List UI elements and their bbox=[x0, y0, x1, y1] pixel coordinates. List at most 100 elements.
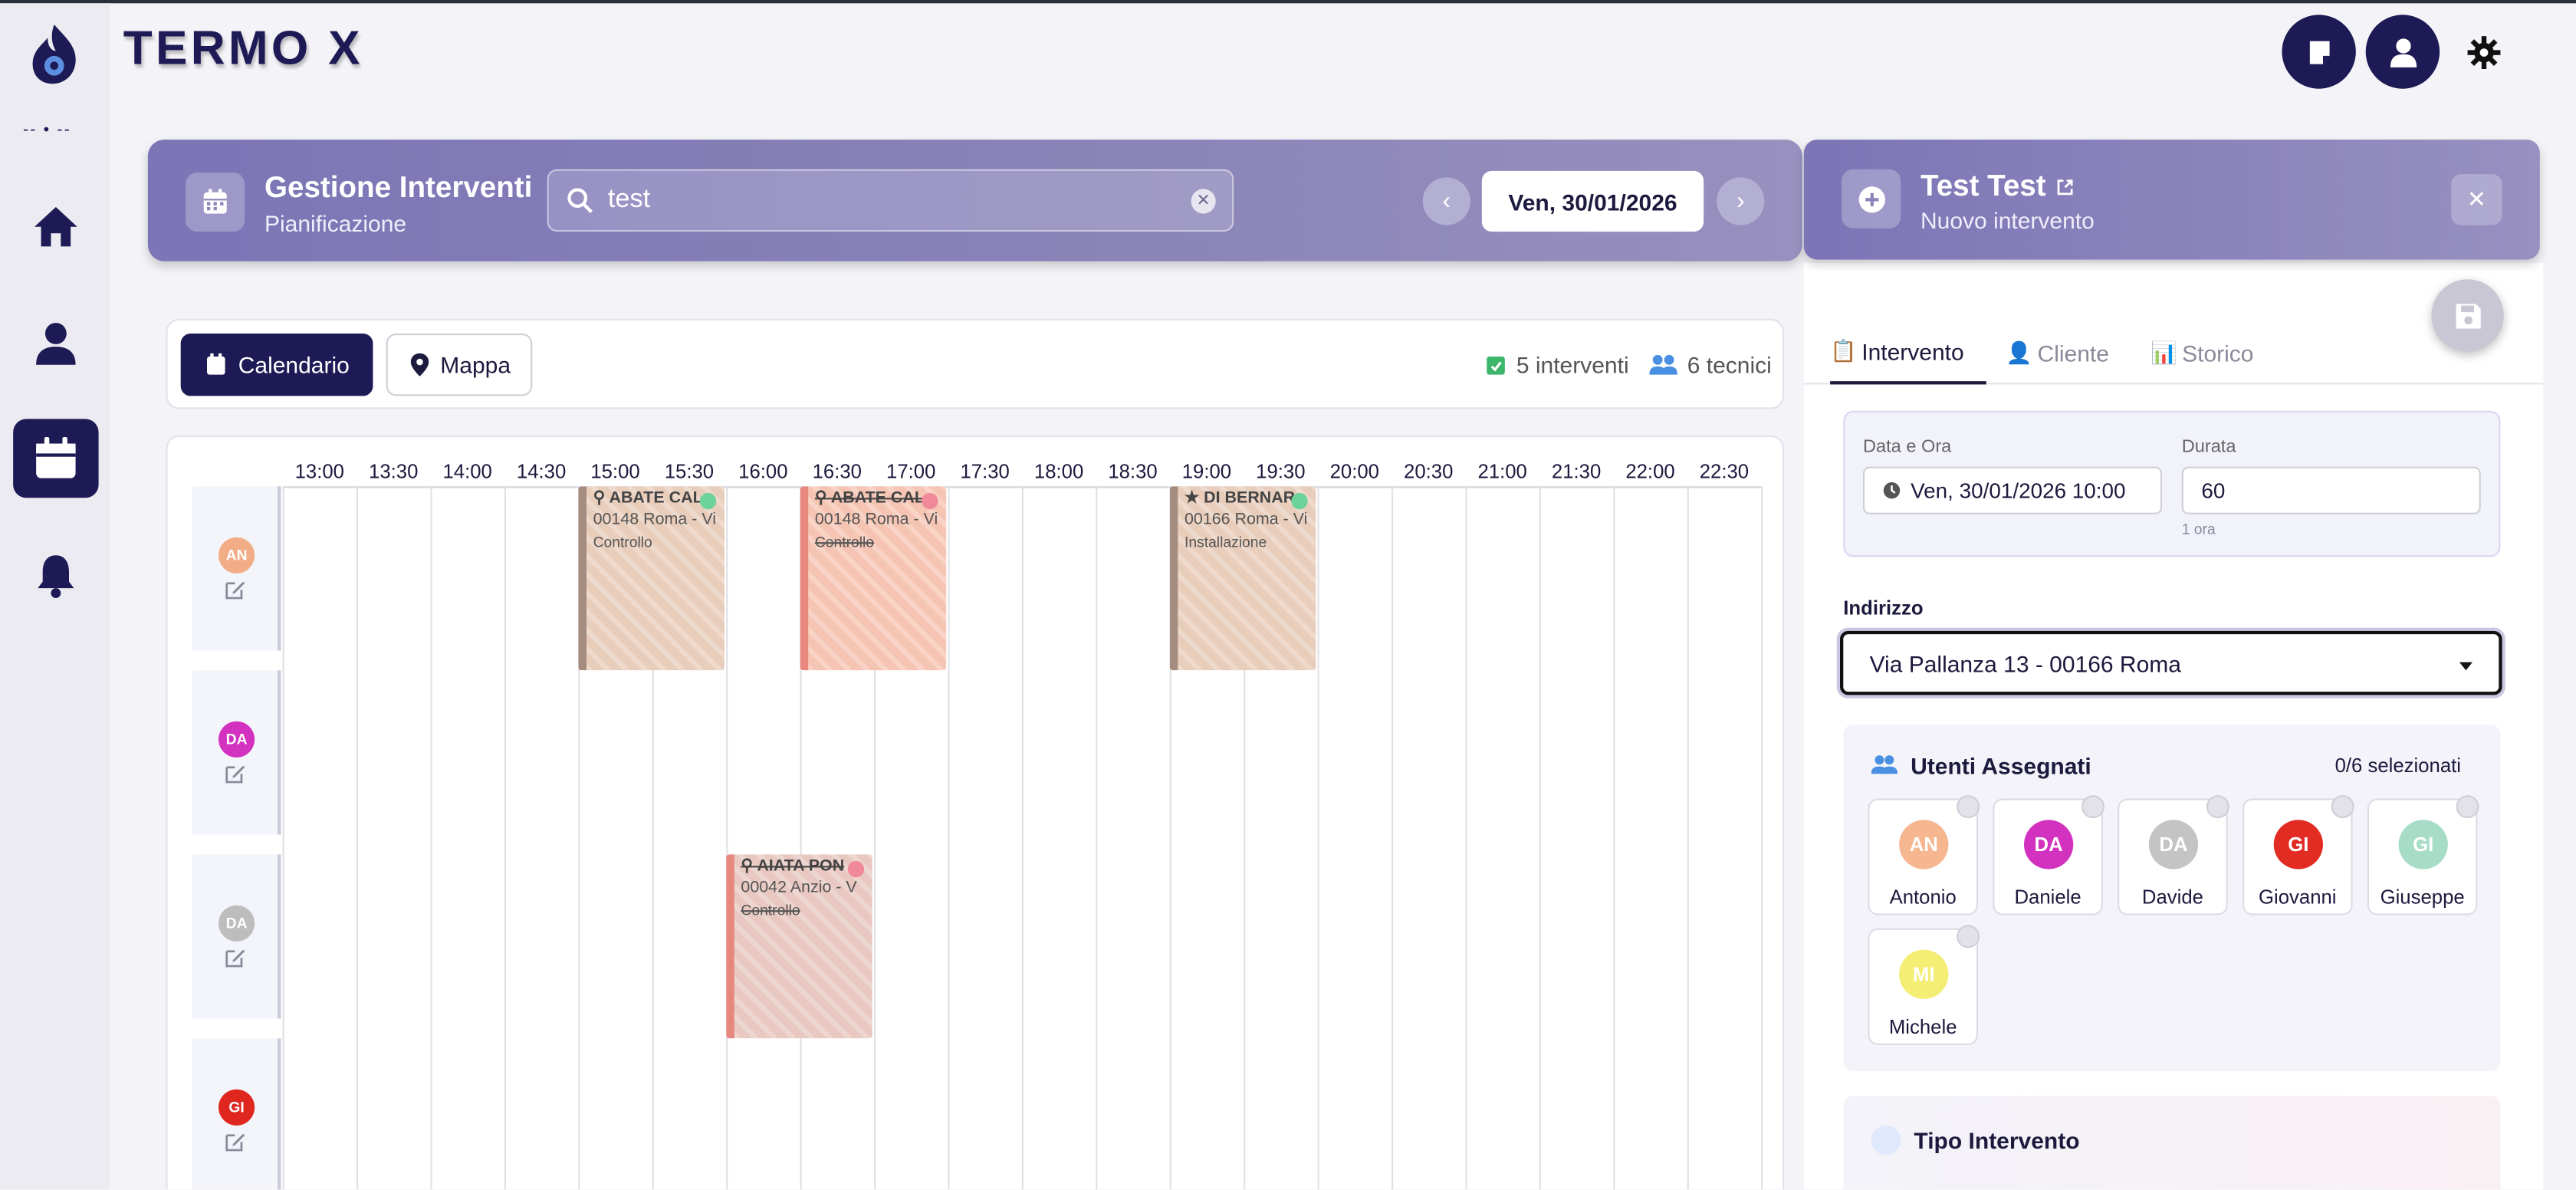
tab-cliente[interactable]: 👤 Cliente bbox=[2006, 322, 2109, 384]
calendar-badge bbox=[186, 173, 245, 232]
users-icon bbox=[1649, 354, 1677, 375]
avatar[interactable]: DA bbox=[219, 721, 255, 758]
gear-icon[interactable] bbox=[2464, 33, 2503, 72]
calendar-check-icon bbox=[1487, 357, 1505, 375]
grid-line bbox=[1761, 486, 1763, 1190]
user-select-card[interactable]: GI Giovanni bbox=[2242, 795, 2354, 916]
interventi-count: 5 interventi bbox=[1485, 352, 1629, 378]
user-icon: 👤 bbox=[2006, 340, 2033, 365]
grid-line bbox=[282, 486, 284, 1190]
close-icon: ✕ bbox=[2466, 186, 2486, 212]
chevron-left-icon: ‹ bbox=[1442, 187, 1451, 215]
date-time-field[interactable]: Ven, 30/01/2026 10:00 bbox=[1863, 466, 2162, 514]
time-label: 13:00 bbox=[294, 460, 344, 483]
grid-line bbox=[1613, 486, 1615, 1190]
time-label: 16:30 bbox=[812, 460, 862, 483]
date-picker-button[interactable]: Ven, 30/01/2026 bbox=[1481, 170, 1704, 232]
time-label: 21:30 bbox=[1551, 460, 1602, 483]
edit-icon[interactable] bbox=[225, 946, 247, 976]
grid-line bbox=[1539, 486, 1541, 1190]
bell-icon bbox=[38, 555, 74, 598]
plus-circle-icon bbox=[1858, 186, 1884, 212]
time-label: 20:00 bbox=[1329, 460, 1379, 483]
avatar: GI bbox=[2398, 820, 2448, 869]
notes-button[interactable] bbox=[2282, 15, 2356, 89]
calendar-event[interactable]: ⚲ ABATE CAL 00148 Roma - Vi Controllo bbox=[800, 486, 947, 671]
avatar: MI bbox=[1899, 949, 1949, 999]
edit-icon[interactable] bbox=[225, 1130, 247, 1160]
event-address: 00148 Roma - Vi bbox=[814, 511, 938, 529]
edit-icon[interactable] bbox=[225, 578, 247, 608]
search-icon: ⚲ bbox=[741, 857, 754, 876]
address-select[interactable]: Via Pallanza 13 - 00166 Roma bbox=[1840, 630, 2502, 695]
calendar-view-label: Calendario bbox=[238, 351, 350, 378]
sidebar-item-clienti[interactable] bbox=[13, 304, 98, 383]
sidebar-item-home[interactable] bbox=[13, 187, 98, 266]
address-label: Indirizzo bbox=[1843, 596, 1924, 620]
new-intervention-badge bbox=[1842, 169, 1901, 228]
profile-button[interactable] bbox=[2365, 15, 2440, 89]
date-label: Data e Ora bbox=[1863, 437, 1952, 457]
user-select-card[interactable]: DA Davide bbox=[2118, 795, 2229, 916]
external-link-icon bbox=[2058, 179, 2074, 196]
event-type: Installazione bbox=[1184, 534, 1267, 551]
calendar-icon bbox=[203, 189, 227, 214]
grid-line bbox=[356, 486, 359, 1190]
time-label: 18:30 bbox=[1108, 460, 1158, 483]
grid-line bbox=[1096, 486, 1098, 1190]
avatar[interactable]: GI bbox=[219, 1089, 255, 1126]
user-checkbox[interactable] bbox=[2456, 795, 2479, 819]
intervention-type-title: Tipo Intervento bbox=[1914, 1127, 2080, 1154]
time-label: 13:30 bbox=[369, 460, 419, 483]
technician-row-header: DA bbox=[192, 670, 281, 835]
user-select-card[interactable]: GI Giuseppe bbox=[2367, 795, 2479, 916]
calendar-event[interactable]: ⚲ ABATE CAL 00148 Roma - Vi Controllo bbox=[578, 486, 724, 671]
calendar-event[interactable]: ⚲ AIATA PON 00042 Anzio - V Controllo bbox=[726, 854, 872, 1039]
tab-intervento[interactable]: 📋 Intervento bbox=[1830, 322, 1986, 385]
calendar-view-button[interactable]: Calendario bbox=[180, 334, 373, 396]
user-checkbox[interactable] bbox=[2331, 795, 2354, 819]
user-checkbox[interactable] bbox=[1957, 795, 1980, 819]
page-subtitle: Pianificazione bbox=[264, 210, 407, 237]
user-icon bbox=[2389, 38, 2417, 67]
clear-search-button[interactable]: ✕ bbox=[1191, 189, 1216, 214]
time-label: 14:30 bbox=[516, 460, 567, 483]
user-icon bbox=[36, 323, 76, 365]
user-select-card[interactable]: DA Daniele bbox=[1993, 795, 2104, 916]
time-label: 19:00 bbox=[1181, 460, 1232, 483]
calendar-event[interactable]: ★ DI BERNAR 00166 Roma - Vi Installazione bbox=[1169, 486, 1316, 671]
tab-storico[interactable]: 📊 Storico bbox=[2150, 322, 2253, 384]
user-checkbox[interactable] bbox=[2206, 795, 2229, 819]
time-label: 18:00 bbox=[1033, 460, 1084, 483]
panel-subtitle: Nuovo intervento bbox=[1921, 207, 2095, 234]
sidebar-item-calendario[interactable] bbox=[13, 419, 99, 498]
sidebar-item-notifiche[interactable] bbox=[13, 536, 98, 615]
grid-line bbox=[504, 486, 506, 1190]
time-label: 17:30 bbox=[960, 460, 1010, 483]
calendar-grid: 13:00 13:30 14:00 14:30 15:00 15:30 16:00 16:30… bbox=[166, 435, 1785, 1190]
edit-icon[interactable] bbox=[225, 762, 247, 792]
grid-line bbox=[1465, 486, 1467, 1190]
user-checkbox[interactable] bbox=[2082, 795, 2104, 819]
prev-day-button[interactable]: ‹ bbox=[1422, 177, 1470, 225]
user-name: Davide bbox=[2141, 886, 2203, 909]
avatar[interactable]: DA bbox=[219, 905, 255, 942]
event-type: Controllo bbox=[741, 902, 800, 919]
client-title[interactable]: Test Test bbox=[1921, 169, 2074, 204]
duration-field[interactable]: 60 bbox=[2181, 466, 2481, 514]
flame-logo-icon bbox=[32, 25, 76, 84]
note-icon bbox=[2308, 40, 2329, 64]
avatar[interactable]: AN bbox=[219, 537, 255, 574]
view-toolbar: Calendario Mappa 5 interventi 6 tecnici bbox=[166, 318, 1785, 409]
next-day-button[interactable]: › bbox=[1717, 177, 1765, 225]
user-checkbox[interactable] bbox=[1957, 925, 1980, 948]
event-title: ★ DI BERNAR bbox=[1184, 489, 1296, 508]
user-select-card[interactable]: MI Michele bbox=[1868, 925, 1980, 1045]
close-panel-button[interactable]: ✕ bbox=[2451, 174, 2502, 225]
map-view-button[interactable]: Mappa bbox=[386, 334, 533, 396]
assigned-users-card: Utenti Assegnati 0/6 selezionati AN Anton… bbox=[1843, 725, 2501, 1072]
status-dot bbox=[699, 492, 717, 510]
user-select-card[interactable]: AN Antonio bbox=[1868, 795, 1980, 916]
event-address: 00166 Roma - Vi bbox=[1184, 511, 1308, 529]
search-input[interactable] bbox=[607, 170, 1167, 230]
